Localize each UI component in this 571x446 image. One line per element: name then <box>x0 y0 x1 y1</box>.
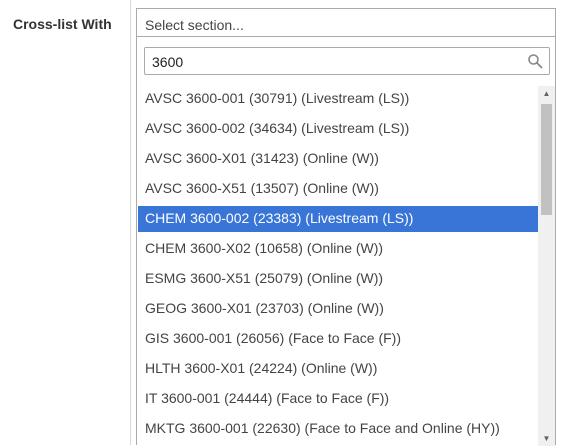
search-results-list: AVSC 3600-001 (30791) (Livestream (LS)) A… <box>138 86 553 446</box>
section-search-input[interactable]: 3600 <box>144 47 550 75</box>
search-result-item[interactable]: MKTG 3600-001 (22630) (Face to Face and … <box>138 416 551 442</box>
search-result-item[interactable]: CHEM 3600-X02 (10658) (Online (W)) <box>138 236 551 262</box>
scroll-down-arrow-icon[interactable]: ▼ <box>538 431 555 446</box>
search-result-item[interactable]: IT 3600-001 (24444) (Face to Face (F)) <box>138 386 551 412</box>
cross-list-label: Cross-list With <box>13 16 112 32</box>
search-result-item[interactable]: AVSC 3600-X01 (31423) (Online (W)) <box>138 146 551 172</box>
search-input-value: 3600 <box>152 54 184 70</box>
section-select-placeholder: Select section... <box>145 17 244 33</box>
search-icon <box>528 54 543 69</box>
search-result-item[interactable]: AVSC 3600-001 (30791) (Livestream (LS)) <box>138 86 551 112</box>
field-input-cell: Select section... 3600 AVSC 3600-001 (30… <box>131 0 571 446</box>
search-result-item[interactable]: AVSC 3600-X51 (13507) (Online (W)) <box>138 176 551 202</box>
scroll-up-arrow-icon[interactable]: ▲ <box>538 86 555 101</box>
search-result-item[interactable]: GIS 3600-001 (26056) (Face to Face (F)) <box>138 326 551 352</box>
search-result-item[interactable]: GEOG 3600-X01 (23703) (Online (W)) <box>138 296 551 322</box>
search-result-item[interactable]: ESMG 3600-X51 (25079) (Online (W)) <box>138 266 551 292</box>
section-select[interactable]: Select section... <box>136 8 556 36</box>
cross-list-form-row: Cross-list With Select section... 3600 A… <box>0 0 571 446</box>
results-scrollbar[interactable]: ▲ ▼ <box>538 86 555 446</box>
search-result-item[interactable]: CHEM 3600-002 (23383) (Livestream (LS)) <box>138 206 551 232</box>
search-result-item[interactable]: AVSC 3600-002 (34634) (Livestream (LS)) <box>138 116 551 142</box>
scrollbar-thumb[interactable] <box>541 104 552 215</box>
section-dropdown: 3600 AVSC 3600-001 (30791) (Livestream (… <box>136 36 556 446</box>
field-label-cell: Cross-list With <box>0 0 131 445</box>
search-result-item[interactable]: HLTH 3600-X01 (24224) (Online (W)) <box>138 356 551 382</box>
